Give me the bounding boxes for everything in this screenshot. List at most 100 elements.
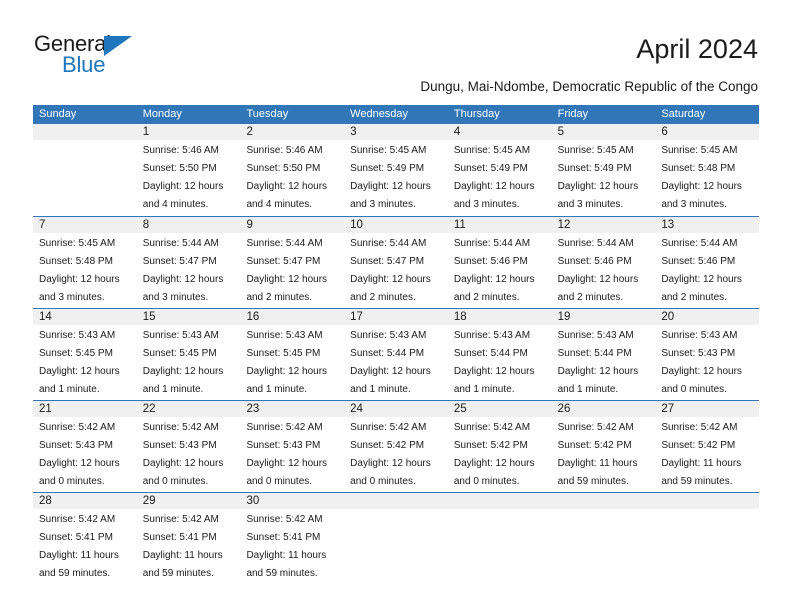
day-number: 13 <box>661 219 675 231</box>
calendar-day-cell[interactable]: 19 Sunrise: 5:43 AM Sunset: 5:44 PM Dayl… <box>552 309 656 400</box>
day-sun-info: Sunrise: 5:45 AM Sunset: 5:48 PM Dayligh… <box>39 238 120 303</box>
day-number: 8 <box>142 219 150 231</box>
day-number: 17 <box>350 311 363 323</box>
day-number: 30 <box>246 495 260 507</box>
day-number: 6 <box>661 126 668 138</box>
calendar-day-cell[interactable]: 3 Sunrise: 5:45 AM Sunset: 5:49 PM Dayli… <box>344 124 448 216</box>
day-number: 23 <box>246 403 260 415</box>
day-number: 20 <box>661 311 675 323</box>
day-sun-info: Sunrise: 5:43 AM Sunset: 5:45 PM Dayligh… <box>39 330 120 395</box>
calendar-week-row: 7 Sunrise: 5:45 AM Sunset: 5:48 PM Dayli… <box>33 216 759 308</box>
calendar-day-cell[interactable]: 24 Sunrise: 5:42 AM Sunset: 5:42 PM Dayl… <box>344 401 448 492</box>
calendar-day-cell[interactable]: 8 Sunrise: 5:44 AM Sunset: 5:47 PM Dayli… <box>137 217 241 308</box>
day-sun-info: Sunrise: 5:43 AM Sunset: 5:45 PM Dayligh… <box>246 330 328 395</box>
day-sun-info: Sunrise: 5:44 AM Sunset: 5:47 PM Dayligh… <box>246 238 328 303</box>
calendar-day-cell[interactable]: 26 Sunrise: 5:42 AM Sunset: 5:42 PM Dayl… <box>552 401 656 492</box>
calendar-day-cell[interactable]: 17 Sunrise: 5:43 AM Sunset: 5:44 PM Dayl… <box>344 309 448 400</box>
weekday-header-thursday: Thursday <box>453 108 500 120</box>
calendar-day-cell[interactable]: 2 Sunrise: 5:46 AM Sunset: 5:50 PM Dayli… <box>240 124 344 216</box>
day-sun-info: Sunrise: 5:46 AM Sunset: 5:50 PM Dayligh… <box>142 145 224 210</box>
calendar-day-cell[interactable]: 27 Sunrise: 5:42 AM Sunset: 5:42 PM Dayl… <box>655 401 759 492</box>
calendar-day-cell[interactable]: 29 Sunrise: 5:42 AM Sunset: 5:41 PM Dayl… <box>137 493 241 584</box>
day-number: 24 <box>350 403 363 415</box>
calendar-day-cell[interactable]: 7 Sunrise: 5:45 AM Sunset: 5:48 PM Dayli… <box>33 217 137 308</box>
calendar-day-cell[interactable]: 18 Sunrise: 5:43 AM Sunset: 5:44 PM Dayl… <box>448 309 552 400</box>
calendar-day-cell[interactable]: 5 Sunrise: 5:45 AM Sunset: 5:49 PM Dayli… <box>552 124 656 216</box>
day-number: 9 <box>246 219 253 231</box>
calendar-day-cell[interactable]: 25 Sunrise: 5:42 AM Sunset: 5:42 PM Dayl… <box>448 401 552 492</box>
day-number: 29 <box>142 495 156 507</box>
day-sun-info: Sunrise: 5:42 AM Sunset: 5:42 PM Dayligh… <box>350 422 431 487</box>
day-sun-info: Sunrise: 5:43 AM Sunset: 5:43 PM Dayligh… <box>661 330 742 395</box>
calendar-day-cell <box>344 493 448 584</box>
day-sun-info: Sunrise: 5:42 AM Sunset: 5:43 PM Dayligh… <box>39 422 120 487</box>
calendar-day-cell[interactable]: 6 Sunrise: 5:45 AM Sunset: 5:48 PM Dayli… <box>655 124 759 216</box>
day-sun-info: Sunrise: 5:43 AM Sunset: 5:44 PM Dayligh… <box>557 330 639 395</box>
calendar-day-cell <box>33 124 137 216</box>
weekday-header-monday: Monday <box>142 108 182 120</box>
calendar-day-cell[interactable]: 1 Sunrise: 5:46 AM Sunset: 5:50 PM Dayli… <box>137 124 241 216</box>
calendar-day-cell <box>552 493 656 584</box>
calendar-day-cell <box>448 493 552 584</box>
weekday-header-row: Sunday Monday Tuesday Wednesday Thursday… <box>33 105 759 124</box>
calendar-day-cell[interactable]: 28 Sunrise: 5:42 AM Sunset: 5:41 PM Dayl… <box>33 493 137 584</box>
calendar-week-row: 28 Sunrise: 5:42 AM Sunset: 5:41 PM Dayl… <box>33 492 759 584</box>
day-number: 25 <box>453 403 467 415</box>
calendar-day-cell[interactable]: 10 Sunrise: 5:44 AM Sunset: 5:47 PM Dayl… <box>344 217 448 308</box>
logo-triangle-icon <box>104 36 132 56</box>
calendar-day-cell[interactable]: 15 Sunrise: 5:43 AM Sunset: 5:45 PM Dayl… <box>137 309 241 400</box>
day-number: 2 <box>246 126 253 138</box>
day-number: 19 <box>557 311 571 323</box>
calendar-day-cell[interactable]: 16 Sunrise: 5:43 AM Sunset: 5:45 PM Dayl… <box>240 309 344 400</box>
day-sun-info: Sunrise: 5:42 AM Sunset: 5:43 PM Dayligh… <box>246 422 328 487</box>
calendar-day-cell[interactable]: 13 Sunrise: 5:44 AM Sunset: 5:46 PM Dayl… <box>655 217 759 308</box>
weekday-header-saturday: Saturday <box>661 108 706 120</box>
day-sun-info: Sunrise: 5:44 AM Sunset: 5:46 PM Dayligh… <box>453 238 535 303</box>
day-sun-info: Sunrise: 5:44 AM Sunset: 5:47 PM Dayligh… <box>350 238 431 303</box>
weekday-header-wednesday: Wednesday <box>350 108 409 120</box>
day-sun-info: Sunrise: 5:44 AM Sunset: 5:47 PM Dayligh… <box>142 238 224 303</box>
day-number: 26 <box>557 403 571 415</box>
day-number: 18 <box>453 311 467 323</box>
calendar-week-row: 21 Sunrise: 5:42 AM Sunset: 5:43 PM Dayl… <box>33 400 759 492</box>
day-number: 27 <box>661 403 675 415</box>
calendar-day-cell[interactable]: 23 Sunrise: 5:42 AM Sunset: 5:43 PM Dayl… <box>240 401 344 492</box>
day-sun-info: Sunrise: 5:43 AM Sunset: 5:45 PM Dayligh… <box>142 330 224 395</box>
day-number: 4 <box>453 126 461 138</box>
day-number: 22 <box>142 403 156 415</box>
calendar-day-cell[interactable]: 12 Sunrise: 5:44 AM Sunset: 5:46 PM Dayl… <box>552 217 656 308</box>
day-number: 1 <box>142 126 150 138</box>
calendar-day-cell[interactable]: 4 Sunrise: 5:45 AM Sunset: 5:49 PM Dayli… <box>448 124 552 216</box>
day-sun-info: Sunrise: 5:42 AM Sunset: 5:41 PM Dayligh… <box>142 514 223 579</box>
day-sun-info: Sunrise: 5:45 AM Sunset: 5:49 PM Dayligh… <box>557 145 639 210</box>
day-sun-info: Sunrise: 5:45 AM Sunset: 5:48 PM Dayligh… <box>661 145 742 210</box>
day-sun-info: Sunrise: 5:43 AM Sunset: 5:44 PM Dayligh… <box>453 330 535 395</box>
calendar-day-cell <box>655 493 759 584</box>
day-sun-info: Sunrise: 5:42 AM Sunset: 5:42 PM Dayligh… <box>661 422 742 487</box>
day-sun-info: Sunrise: 5:42 AM Sunset: 5:42 PM Dayligh… <box>557 422 638 487</box>
location-subtitle: Dungu, Mai-Ndombe, Democratic Republic o… <box>420 79 758 94</box>
day-number: 10 <box>350 219 363 231</box>
day-number: 7 <box>39 219 46 231</box>
calendar-day-cell[interactable]: 11 Sunrise: 5:44 AM Sunset: 5:46 PM Dayl… <box>448 217 552 308</box>
weekday-header-tuesday: Tuesday <box>246 108 289 120</box>
calendar-day-cell[interactable]: 22 Sunrise: 5:42 AM Sunset: 5:43 PM Dayl… <box>137 401 241 492</box>
day-sun-info: Sunrise: 5:42 AM Sunset: 5:42 PM Dayligh… <box>453 422 535 487</box>
calendar-day-cell[interactable]: 21 Sunrise: 5:42 AM Sunset: 5:43 PM Dayl… <box>33 401 137 492</box>
general-blue-logo[interactable]: General Blue <box>34 33 214 83</box>
day-sun-info: Sunrise: 5:45 AM Sunset: 5:49 PM Dayligh… <box>350 145 431 210</box>
day-sun-info: Sunrise: 5:42 AM Sunset: 5:41 PM Dayligh… <box>246 514 327 579</box>
calendar-day-cell[interactable]: 14 Sunrise: 5:43 AM Sunset: 5:45 PM Dayl… <box>33 309 137 400</box>
day-number: 16 <box>246 311 260 323</box>
calendar-day-cell[interactable]: 9 Sunrise: 5:44 AM Sunset: 5:47 PM Dayli… <box>240 217 344 308</box>
day-sun-info: Sunrise: 5:44 AM Sunset: 5:46 PM Dayligh… <box>557 238 639 303</box>
calendar-grid: Sunday Monday Tuesday Wednesday Thursday… <box>33 105 759 584</box>
page-header: General Blue April 2024 Dungu, Mai-Ndomb… <box>0 0 792 100</box>
calendar-day-cell[interactable]: 20 Sunrise: 5:43 AM Sunset: 5:43 PM Dayl… <box>655 309 759 400</box>
weekday-header-sunday: Sunday <box>39 108 77 120</box>
calendar-week-row: 14 Sunrise: 5:43 AM Sunset: 5:45 PM Dayl… <box>33 308 759 400</box>
day-sun-info: Sunrise: 5:42 AM Sunset: 5:41 PM Dayligh… <box>39 514 119 579</box>
calendar-day-cell[interactable]: 30 Sunrise: 5:42 AM Sunset: 5:41 PM Dayl… <box>240 493 344 584</box>
day-sun-info: Sunrise: 5:43 AM Sunset: 5:44 PM Dayligh… <box>350 330 431 395</box>
day-sun-info: Sunrise: 5:44 AM Sunset: 5:46 PM Dayligh… <box>661 238 742 303</box>
